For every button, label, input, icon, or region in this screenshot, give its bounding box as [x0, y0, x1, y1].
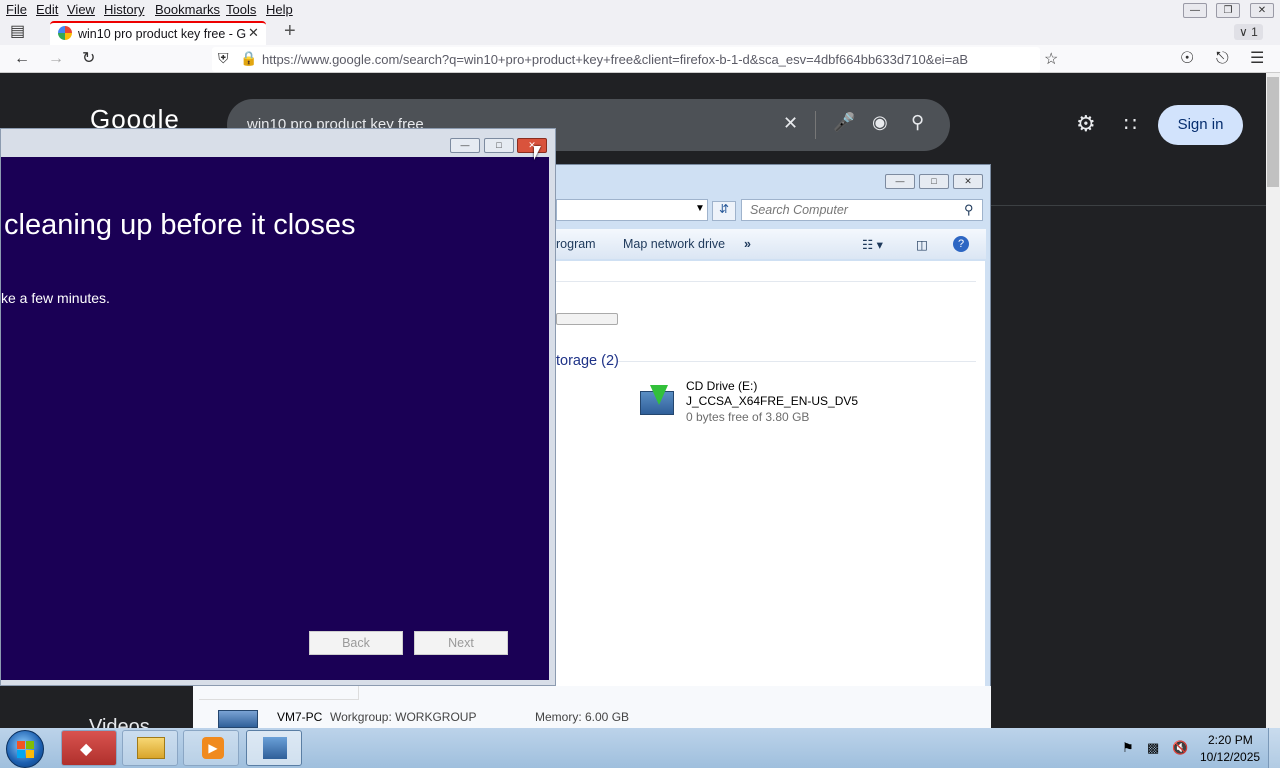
anydesk-icon: ◆	[80, 741, 93, 758]
toolbar-program-button[interactable]: rogram	[556, 237, 596, 251]
volume-muted-icon[interactable]: 🔇	[1172, 740, 1188, 756]
folder-icon	[137, 737, 165, 759]
extensions-icon[interactable]: ⎋	[1216, 49, 1229, 69]
explorer-toolbar: rogram Map network drive » ☷ ▾ ◫ ?	[556, 229, 986, 259]
refresh-icon[interactable]: ⇵	[712, 201, 736, 221]
scroll-thumb[interactable]	[1267, 77, 1279, 187]
clock-time[interactable]: 2:20 PM	[1208, 733, 1253, 747]
setup-content: cleaning up before it closes ke a few mi…	[1, 157, 549, 680]
setup-window: — □ ✕ cleaning up before it closes ke a …	[0, 128, 556, 686]
computer-icon	[218, 710, 258, 728]
sign-in-button[interactable]: Sign in	[1158, 105, 1243, 145]
divider	[556, 281, 976, 282]
setup-icon	[263, 737, 287, 759]
help-icon[interactable]: ?	[953, 236, 969, 252]
url-text: https://www.google.com/search?q=win10+pr…	[262, 52, 969, 67]
drive-usage-bar	[556, 313, 618, 325]
next-button[interactable]: Next	[414, 631, 508, 655]
more-commands-icon[interactable]: »	[744, 237, 751, 251]
tab-list-button[interactable]: ∨ 1	[1234, 24, 1263, 40]
tab-close-icon[interactable]: ✕	[248, 25, 259, 41]
google-favicon-icon	[58, 26, 72, 40]
lens-icon[interactable]: ◉	[872, 112, 888, 133]
app-menu-icon[interactable]: ☰	[1250, 49, 1264, 69]
preview-pane-icon[interactable]: ◫	[916, 237, 928, 252]
browser-close-button[interactable]: ✕	[1250, 3, 1274, 18]
taskbar-app-anydesk[interactable]: ◆	[61, 730, 117, 766]
clock-date[interactable]: 10/12/2025	[1200, 750, 1260, 764]
bookmark-star-icon[interactable]: ☆	[1044, 49, 1058, 69]
menu-edit[interactable]: Edit	[36, 2, 58, 17]
tab-title: win10 pro product key free - Go	[78, 27, 246, 41]
explorer-search-input[interactable]: Search Computer	[741, 199, 983, 221]
workgroup-label: Workgroup: WORKGROUP	[330, 710, 477, 724]
storage-group-heading[interactable]: torage (2)	[556, 353, 619, 369]
divider	[815, 111, 816, 139]
network-icon[interactable]: ▩	[1147, 740, 1159, 756]
menu-bar: File Edit View History Bookmarks Tools H…	[0, 0, 1280, 20]
clear-icon[interactable]: ✕	[783, 113, 798, 134]
setup-message: ke a few minutes.	[1, 290, 110, 306]
computer-name: VM7-PC	[277, 710, 323, 724]
address-bar[interactable]: ▼	[556, 199, 708, 221]
reload-icon[interactable]: ↻	[82, 49, 95, 69]
account-icon[interactable]: ☉	[1180, 49, 1194, 69]
cd-drive-label: J_CCSA_X64FRE_EN-US_DV5	[686, 394, 859, 408]
menu-view[interactable]: View	[67, 2, 95, 17]
menu-history[interactable]: History	[104, 2, 144, 17]
setup-maximize-button[interactable]: □	[484, 138, 514, 153]
divider	[199, 686, 359, 700]
map-network-drive-button[interactable]: Map network drive	[623, 237, 725, 251]
url-bar[interactable]: ⛨ 🔒 https://www.google.com/search?q=win1…	[212, 47, 1058, 72]
menu-bookmarks[interactable]: Bookmarks	[155, 2, 220, 17]
explorer-minimize-button[interactable]: —	[885, 174, 915, 189]
taskbar-app-media-player[interactable]: ▶	[183, 730, 239, 766]
divider	[618, 361, 976, 362]
start-button[interactable]	[6, 730, 44, 768]
search-icon[interactable]: ⚲	[964, 202, 974, 218]
action-center-flag-icon[interactable]: ⚑	[1122, 740, 1134, 756]
tracking-shield-icon[interactable]: ⛨	[218, 50, 229, 67]
memory-label: Memory: 6.00 GB	[535, 710, 630, 724]
search-icon[interactable]: ⚲	[911, 112, 924, 133]
show-desktop-button[interactable]	[1268, 728, 1280, 768]
setup-close-button[interactable]: ✕	[517, 138, 547, 153]
back-button[interactable]: Back	[309, 631, 403, 655]
new-tab-button[interactable]: +	[284, 21, 296, 41]
setup-minimize-button[interactable]: —	[450, 138, 480, 153]
media-player-icon: ▶	[202, 737, 224, 759]
forward-arrow-icon[interactable]: →	[48, 49, 64, 69]
cd-drive-icon[interactable]	[640, 385, 674, 415]
lock-icon[interactable]: 🔒	[240, 50, 257, 67]
tab-count: 1	[1251, 25, 1258, 39]
microphone-icon[interactable]: 🎤	[833, 112, 855, 133]
taskbar: ◆ ▶ ⚑ ▩ 🔇 2:20 PM 10/12/2025	[0, 728, 1280, 768]
view-options-icon[interactable]: ☷ ▾	[862, 237, 883, 252]
browser-tab[interactable]: win10 pro product key free - Go ✕	[50, 21, 266, 45]
tab-manager-icon[interactable]: ▤	[10, 22, 25, 42]
menu-help[interactable]: Help	[266, 2, 293, 17]
explorer-window: — □ ✕ ▼ ⇵ Search Computer ⚲ rogram Map n…	[555, 164, 991, 728]
address-dropdown-icon[interactable]: ▼	[695, 203, 705, 214]
taskbar-app-explorer[interactable]	[122, 730, 178, 766]
apps-grid-icon[interactable]: ∷	[1124, 112, 1137, 137]
cd-drive-free-space: 0 bytes free of 3.80 GB	[686, 410, 810, 424]
cd-drive-name[interactable]: CD Drive (E:)	[686, 379, 757, 393]
setup-title: cleaning up before it closes	[4, 209, 356, 241]
settings-gear-icon[interactable]: ⚙	[1076, 111, 1096, 137]
explorer-maximize-button[interactable]: □	[919, 174, 949, 189]
menu-tools[interactable]: Tools	[226, 2, 256, 17]
browser-restore-button[interactable]: ❐	[1216, 3, 1240, 18]
mouse-cursor-icon	[534, 146, 541, 160]
explorer-close-button[interactable]: ✕	[953, 174, 983, 189]
menu-file[interactable]: File	[6, 2, 27, 17]
browser-minimize-button[interactable]: —	[1183, 3, 1207, 18]
explorer-content	[556, 261, 985, 699]
taskbar-app-setup[interactable]	[246, 730, 302, 766]
back-arrow-icon[interactable]: ←	[14, 49, 30, 69]
